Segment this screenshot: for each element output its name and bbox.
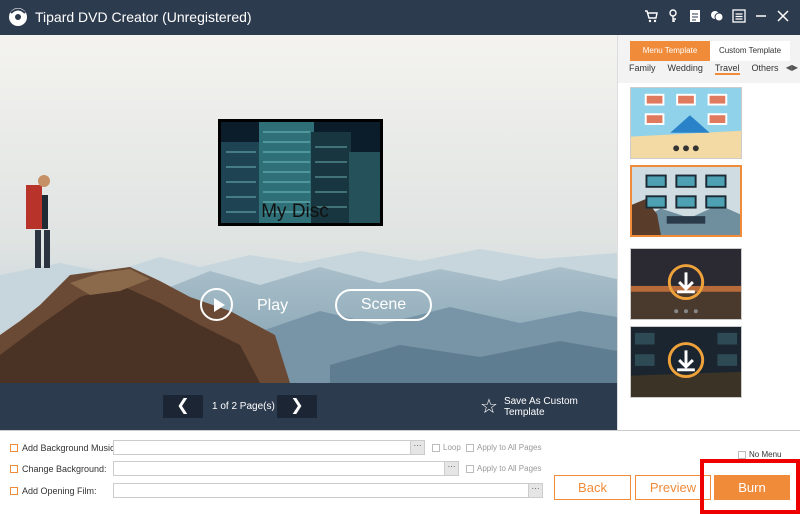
- change-background-option[interactable]: Change Background:: [10, 464, 107, 474]
- template-categories: Family Wedding Travel Others: [623, 63, 800, 75]
- add-opening-film-option[interactable]: Add Opening Film:: [10, 486, 97, 496]
- page-navigation-bar: ❮ 1 of 2 Page(s) ❯ ☆ Save As Custom Temp…: [0, 383, 617, 430]
- chat-icon[interactable]: [710, 8, 724, 24]
- background-music-field[interactable]: ···: [113, 440, 425, 455]
- loop-label: Loop: [443, 443, 461, 452]
- cart-icon[interactable]: [644, 8, 658, 24]
- burn-highlight-box: [700, 459, 800, 514]
- save-as-custom-template-button[interactable]: ☆ Save As Custom Template: [480, 396, 617, 418]
- template-tabs: Menu Template Custom Template: [630, 41, 790, 61]
- loop-option[interactable]: Loop: [432, 443, 461, 452]
- add-background-music-option[interactable]: Add Background Music:: [10, 443, 117, 453]
- template-panel: Menu Template Custom Template Family Wed…: [617, 35, 800, 430]
- app-logo-icon: [9, 8, 27, 26]
- no-menu-label: No Menu: [749, 450, 782, 459]
- back-button[interactable]: Back: [554, 475, 631, 500]
- disc-title[interactable]: My Disc: [200, 201, 390, 223]
- title-bar: Tipard DVD Creator (Unregistered): [0, 0, 800, 35]
- template-list: [618, 83, 800, 430]
- apply-all-pages-music-checkbox[interactable]: [466, 443, 474, 452]
- titlebar-controls: [644, 8, 790, 24]
- category-travel[interactable]: Travel: [714, 63, 740, 75]
- apply-all-pages-background-option[interactable]: Apply to All Pages: [466, 464, 541, 473]
- template-night-city[interactable]: [630, 326, 742, 398]
- menu-preview: My Disc Play Scene: [0, 35, 617, 383]
- no-menu-option[interactable]: No Menu: [738, 450, 781, 459]
- previous-page-button[interactable]: ❮: [163, 395, 203, 418]
- change-background-checkbox[interactable]: [10, 465, 18, 473]
- no-menu-checkbox[interactable]: [738, 450, 746, 459]
- tab-custom-template[interactable]: Custom Template: [710, 41, 790, 61]
- add-background-music-checkbox[interactable]: [10, 444, 18, 452]
- category-family[interactable]: Family: [629, 63, 656, 75]
- apply-all-pages-music-option[interactable]: Apply to All Pages: [466, 443, 541, 452]
- category-scroll-arrows-icon[interactable]: ◀▶: [786, 63, 798, 72]
- apply-all-pages-background-checkbox[interactable]: [466, 464, 474, 473]
- browse-background-button[interactable]: ···: [444, 462, 458, 475]
- apply-all-pages-music-label: Apply to All Pages: [477, 443, 542, 452]
- save-template-label: Save As Custom Template: [503, 396, 578, 418]
- window-title: Tipard DVD Creator (Unregistered): [35, 9, 252, 25]
- play-label[interactable]: Play: [257, 297, 288, 315]
- background-field[interactable]: ···: [113, 461, 459, 476]
- change-background-label: Change Background:: [22, 464, 107, 474]
- document-icon[interactable]: [688, 8, 702, 24]
- loop-checkbox[interactable]: [432, 443, 440, 452]
- add-background-music-label: Add Background Music:: [22, 443, 118, 453]
- key-icon[interactable]: [666, 8, 680, 24]
- template-mountain[interactable]: [630, 165, 742, 237]
- close-icon[interactable]: [776, 8, 790, 24]
- opening-film-field[interactable]: ···: [113, 483, 543, 498]
- template-beach[interactable]: [630, 87, 742, 159]
- add-opening-film-checkbox[interactable]: [10, 487, 18, 495]
- apply-all-pages-background-label: Apply to All Pages: [477, 464, 542, 473]
- category-wedding[interactable]: Wedding: [668, 63, 703, 75]
- play-button[interactable]: [200, 288, 233, 321]
- minimize-icon[interactable]: [754, 8, 768, 24]
- page-indicator: 1 of 2 Page(s): [212, 401, 275, 412]
- template-sunset[interactable]: [630, 248, 742, 320]
- browse-music-button[interactable]: ···: [410, 441, 424, 454]
- category-others[interactable]: Others: [752, 63, 779, 75]
- star-icon: ☆: [480, 396, 498, 418]
- scene-button[interactable]: Scene: [335, 289, 432, 321]
- menu-icon[interactable]: [732, 8, 746, 24]
- next-page-button[interactable]: ❯: [277, 395, 317, 418]
- add-opening-film-label: Add Opening Film:: [22, 486, 97, 496]
- browse-film-button[interactable]: ···: [528, 484, 542, 497]
- tab-menu-template[interactable]: Menu Template: [630, 41, 710, 61]
